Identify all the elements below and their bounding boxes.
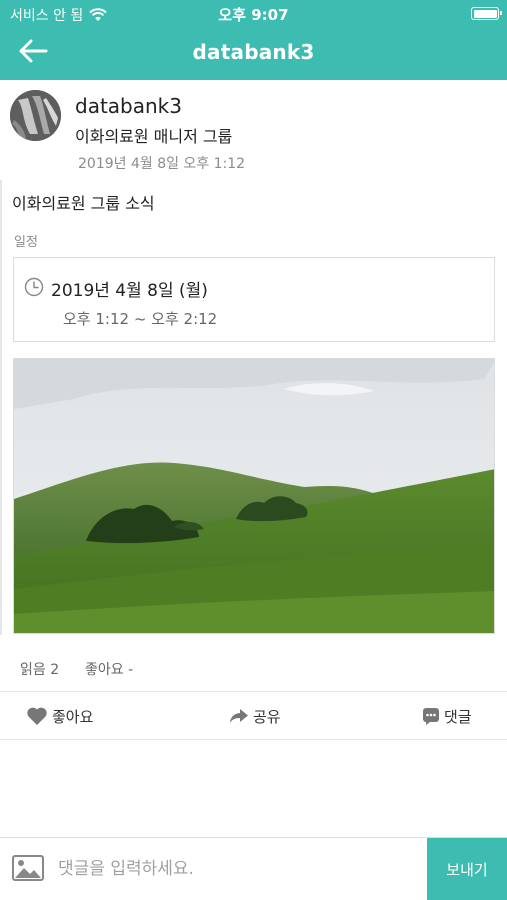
author-group[interactable]: 이화의료원 매니저 그룹 xyxy=(75,123,232,147)
post-timestamp: 2019년 4월 8일 오후 1:12 xyxy=(78,156,246,172)
status-bar: 서비스 안 됨 오후 9:07 xyxy=(0,0,507,28)
post-stats: 읽음 2 좋아요 - xyxy=(0,648,507,688)
nav-bar: databank3 xyxy=(0,28,507,80)
author-name[interactable]: databank3 xyxy=(75,94,182,118)
post-left-rule xyxy=(0,180,2,635)
like-label: 좋아요 xyxy=(52,707,94,726)
post-body: 이화의료원 그룹 소식 일정 2019년 4월 8일 (월) 오후 1:12 ~… xyxy=(0,180,507,635)
post-actions: 좋아요 공유 댓글 xyxy=(0,693,507,739)
comment-bar: 보내기 xyxy=(0,837,507,900)
status-time: 오후 9:07 xyxy=(218,6,289,24)
schedule-label: 일정 xyxy=(14,235,38,250)
stats-divider xyxy=(0,691,507,692)
battery-icon xyxy=(471,7,502,20)
post-title: 이화의료원 그룹 소식 xyxy=(12,194,155,213)
comment-input[interactable] xyxy=(58,850,418,888)
like-button[interactable]: 좋아요 xyxy=(26,703,93,729)
page-title: databank3 xyxy=(192,40,315,64)
share-icon xyxy=(230,709,248,723)
comment-button[interactable]: 댓글 xyxy=(422,703,472,729)
like-count[interactable]: 좋아요 - xyxy=(85,659,133,679)
share-label: 공유 xyxy=(253,707,281,726)
clock-icon xyxy=(24,277,44,297)
landscape-photo xyxy=(14,359,494,633)
image-icon xyxy=(12,855,44,881)
attach-photo-button[interactable] xyxy=(12,854,44,884)
read-count[interactable]: 읽음 2 xyxy=(20,659,59,679)
schedule-card[interactable]: 2019년 4월 8일 (월) 오후 1:12 ~ 오후 2:12 xyxy=(13,257,495,342)
heart-icon xyxy=(27,707,47,725)
send-button[interactable]: 보내기 xyxy=(427,838,507,900)
post-author: databank3 이화의료원 매니저 그룹 2019년 4월 8일 오후 1:… xyxy=(0,80,507,178)
avatar-image xyxy=(10,90,61,141)
share-button[interactable]: 공유 xyxy=(229,703,281,729)
actions-divider xyxy=(0,739,507,740)
comment-icon xyxy=(423,708,439,725)
comment-label: 댓글 xyxy=(444,707,472,726)
schedule-time-range: 오후 1:12 ~ 오후 2:12 xyxy=(63,310,218,328)
post-photo[interactable] xyxy=(13,358,495,634)
schedule-date: 2019년 4월 8일 (월) xyxy=(51,281,208,301)
app-header: 서비스 안 됨 오후 9:07 databank3 xyxy=(0,0,507,80)
avatar[interactable] xyxy=(10,90,61,141)
